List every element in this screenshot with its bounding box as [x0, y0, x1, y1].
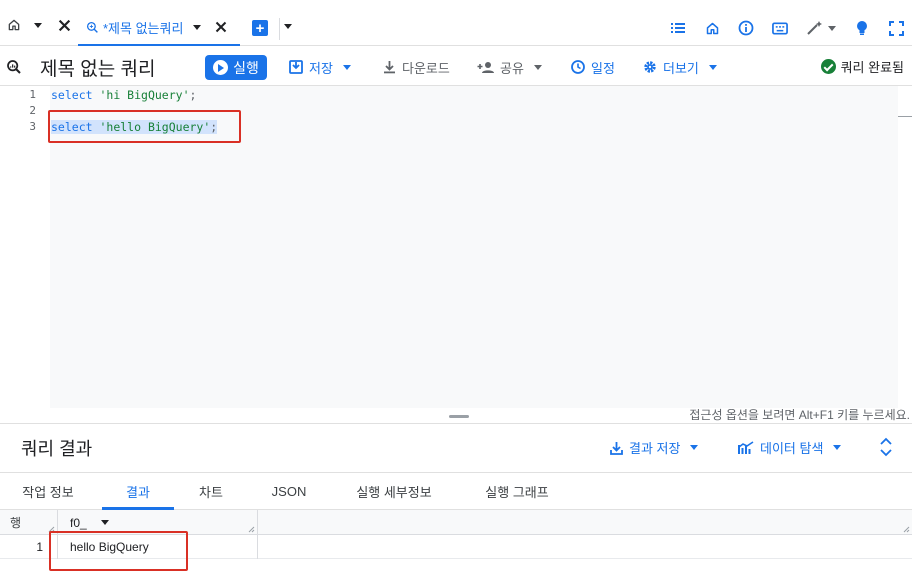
- status-label: 쿼리 완료됨: [840, 60, 904, 75]
- home-icon[interactable]: [6, 17, 22, 33]
- chart-icon: [738, 440, 754, 455]
- tab-bar: *제목 없는쿼리 +: [0, 0, 912, 46]
- code-string: 'hi BigQuery': [99, 88, 190, 102]
- tab-json[interactable]: JSON: [260, 473, 318, 509]
- lightbulb-icon[interactable]: [854, 20, 870, 36]
- run-label: 실행: [233, 59, 259, 76]
- query-status: 쿼리 완료됨: [820, 57, 904, 76]
- download-label: 다운로드: [402, 60, 450, 76]
- tab-chart[interactable]: 차트: [184, 473, 238, 509]
- empty-header-cell: [258, 510, 912, 535]
- close-icon[interactable]: [213, 19, 229, 35]
- chevron-down-icon[interactable]: [34, 22, 42, 28]
- editor-scrollbar[interactable]: [898, 86, 912, 408]
- line-number-gutter: 1 2 3: [0, 86, 50, 408]
- tab-untitled-query[interactable]: *제목 없는쿼리: [78, 8, 240, 46]
- highlight-box: [48, 110, 241, 143]
- save-results-button[interactable]: 결과 저장: [610, 438, 699, 457]
- list-icon[interactable]: [670, 20, 686, 36]
- home-icon[interactable]: [704, 20, 720, 36]
- column-resize-icon[interactable]: [903, 526, 910, 533]
- more-label: 더보기: [663, 60, 699, 76]
- sort-caret-icon[interactable]: [100, 520, 109, 525]
- highlight-box: [49, 531, 188, 571]
- query-toolbar: 제목 없는 쿼리 실행 저장 다운로드 공유 일정 더보기 쿼리 완료됨: [0, 46, 912, 86]
- download-button[interactable]: 다운로드: [383, 57, 450, 77]
- save-label: 저장: [309, 60, 333, 76]
- share-label: 공유: [500, 60, 524, 76]
- column-resize-icon[interactable]: [248, 526, 255, 533]
- line-number: 3: [29, 120, 36, 133]
- divider: [0, 423, 912, 424]
- tab-results[interactable]: 결과: [102, 473, 174, 510]
- more-button[interactable]: 더보기: [643, 57, 717, 77]
- person-add-icon: [477, 61, 494, 74]
- page-title: 제목 없는 쿼리: [40, 59, 156, 80]
- info-icon[interactable]: [738, 20, 754, 36]
- fullscreen-icon[interactable]: [888, 20, 904, 36]
- results-tabs: 작업 정보 결과 차트 JSON 실행 세부정보 실행 그래프: [0, 472, 912, 510]
- save-icon: [289, 60, 303, 74]
- chevron-down-icon: [533, 64, 542, 70]
- keyboard-icon[interactable]: [772, 20, 788, 36]
- results-title: 쿼리 결과: [21, 439, 93, 459]
- close-icon[interactable]: [56, 17, 72, 33]
- share-button[interactable]: 공유: [477, 57, 542, 77]
- save-button[interactable]: 저장: [289, 57, 351, 77]
- gear-icon: [643, 60, 657, 74]
- add-tab-icon[interactable]: +: [252, 20, 268, 36]
- query-icon: [6, 59, 22, 75]
- empty-cell: [258, 535, 912, 559]
- explore-data-label: 데이터 탐색: [760, 441, 824, 456]
- code-line[interactable]: select 'hi BigQuery';: [51, 88, 196, 102]
- line-number: 1: [29, 88, 36, 101]
- magic-wand-icon[interactable]: [806, 20, 836, 36]
- tab-job-info[interactable]: 작업 정보: [8, 473, 88, 509]
- code-keyword: select: [51, 88, 93, 102]
- chevron-down-icon: [833, 445, 842, 450]
- query-icon: [86, 21, 99, 34]
- chevron-down-icon[interactable]: [284, 24, 292, 29]
- run-button[interactable]: 실행: [205, 55, 267, 80]
- tab-execution-details[interactable]: 실행 세부정보: [344, 473, 444, 509]
- chevron-down-icon: [708, 64, 717, 70]
- clock-icon: [571, 60, 585, 74]
- divider: [279, 18, 280, 40]
- save-icon: [610, 441, 623, 455]
- column-header-label: f0_: [70, 515, 87, 530]
- play-icon: [213, 60, 229, 75]
- line-number: 2: [29, 104, 36, 117]
- top-actions: [670, 16, 904, 40]
- tab-menu-chevron-icon[interactable]: [193, 24, 202, 30]
- download-icon: [383, 60, 396, 74]
- check-circle-icon: [820, 59, 836, 74]
- schedule-label: 일정: [591, 60, 615, 76]
- schedule-button[interactable]: 일정: [571, 57, 615, 77]
- code-punctuation: ;: [189, 88, 197, 102]
- tab-execution-graph[interactable]: 실행 그래프: [470, 473, 564, 509]
- tab-title: *제목 없는쿼리: [103, 20, 184, 36]
- home-tab[interactable]: [6, 14, 72, 36]
- explore-data-button[interactable]: 데이터 탐색: [738, 438, 842, 457]
- row-header-label: 행: [10, 516, 22, 530]
- chevron-down-icon: [690, 445, 699, 450]
- save-results-label: 결과 저장: [629, 441, 681, 456]
- accessibility-hint: 접근성 옵션을 보려면 Alt+F1 키를 누르세요.: [689, 408, 910, 422]
- expand-icon[interactable]: [878, 437, 894, 457]
- chevron-down-icon: [342, 64, 351, 70]
- resize-handle[interactable]: [449, 415, 469, 418]
